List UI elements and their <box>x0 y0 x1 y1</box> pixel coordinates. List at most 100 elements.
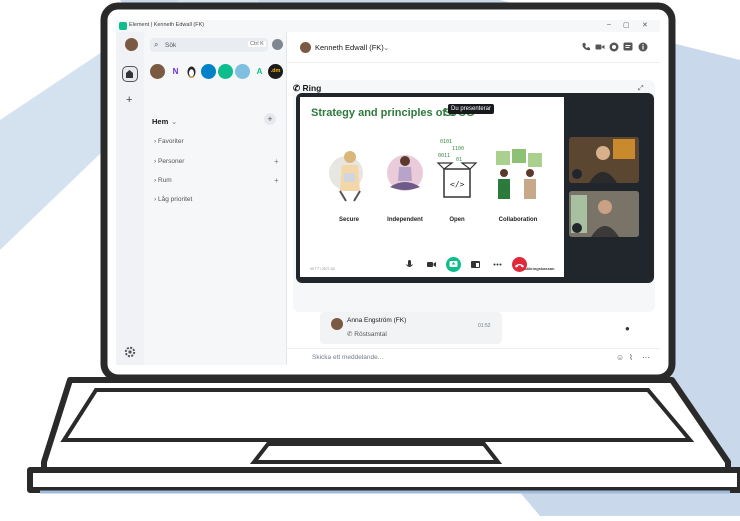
section-label: Favoriter <box>157 138 184 145</box>
search-shortcut: Ctrl K <box>248 41 266 47</box>
expand-call-icon[interactable]: ⤢ <box>638 85 644 93</box>
add-room-section-button[interactable]: + <box>274 176 279 185</box>
hangup-icon <box>515 264 524 268</box>
svg-text:0101: 0101 <box>440 139 452 145</box>
microphone-button[interactable] <box>402 257 417 272</box>
info-icon[interactable] <box>638 42 648 52</box>
search-icon: ⌕ <box>154 40 159 49</box>
read-receipt-avatar[interactable]: ● <box>625 324 630 333</box>
search-input[interactable]: ⌕ Sök Ctrl K <box>150 38 268 52</box>
participant-tile[interactable] <box>569 137 639 183</box>
svg-text:0011: 0011 <box>438 153 450 159</box>
favorite-avatar[interactable] <box>150 64 165 79</box>
element-logo-icon <box>119 22 127 30</box>
add-room-button[interactable]: + <box>264 113 276 125</box>
room-view: Kenneth Edwall (FK) ⌄ ✆ Ring ⤢ Strategy … <box>287 32 660 365</box>
screenshare-icon <box>449 261 458 267</box>
close-button[interactable]: ✕ <box>642 21 648 29</box>
element-room-icon[interactable] <box>218 64 233 79</box>
svg-text:01: 01 <box>456 157 462 163</box>
sidebar-icon <box>471 261 480 268</box>
event-body: ✆ Röstsamtal <box>347 331 387 338</box>
message-composer[interactable]: Skicka ett meddelande... ☺ ⌇ ⋯ <box>287 348 660 365</box>
gear-icon[interactable] <box>124 346 136 358</box>
create-space-button[interactable]: + <box>126 94 132 106</box>
window-titlebar: Element | Kenneth Edwall (FK) – ▢ ✕ <box>116 20 660 32</box>
call-label-text: Ring <box>302 83 322 93</box>
call-panel: ✆ Ring ⤢ Strategy and principles of S SF… <box>293 80 655 312</box>
room-avatar-icon[interactable] <box>235 64 250 79</box>
presenting-tooltip: Du presenterar <box>448 104 495 114</box>
sidebar-button[interactable] <box>468 257 483 272</box>
window-title: Element | Kenneth Edwall (FK) <box>129 22 205 28</box>
slide-footer: 00 TT / 2077-02 <box>310 267 335 271</box>
section-rooms[interactable]: › Rum <box>154 177 172 184</box>
maximize-button[interactable]: ▢ <box>623 21 630 29</box>
secure-illustration <box>329 151 363 202</box>
svg-text:</>: </> <box>450 180 465 189</box>
sender-avatar[interactable] <box>331 318 343 330</box>
user-avatar[interactable] <box>125 38 138 51</box>
slide-item-independent: Independent <box>387 217 423 223</box>
participant-tile[interactable] <box>569 191 639 237</box>
spaces-bar: + <box>116 32 144 365</box>
hangup-button[interactable] <box>512 257 527 272</box>
app-screen: Element | Kenneth Edwall (FK) – ▢ ✕ + ⌕ … <box>116 20 660 365</box>
slide-item-secure: Secure <box>338 217 359 223</box>
screenshare-slide: Strategy and principles of S SFCG Du pre… <box>300 97 564 277</box>
composer-placeholder: Skicka ett meddelande... <box>312 354 384 361</box>
event-body-text: Röstsamtal <box>354 331 387 338</box>
room-name[interactable]: Kenneth Edwall (FK) <box>315 43 384 52</box>
section-favorites[interactable]: › Favoriter <box>154 138 184 145</box>
emoji-icon[interactable]: ☺ <box>616 353 624 362</box>
section-label: Personer <box>157 158 185 165</box>
favorites-row: N A .dm <box>150 64 284 84</box>
sender-name[interactable]: Anna Engström (FK) <box>347 317 406 324</box>
section-low-priority[interactable]: › Låg prioritet <box>154 196 192 203</box>
more-options-button[interactable] <box>490 257 505 272</box>
explore-rooms-icon[interactable] <box>272 39 283 50</box>
minimize-button[interactable]: – <box>607 21 611 28</box>
call-event-tile[interactable]: Anna Engström (FK) 01:52 ✆ Röstsamtal <box>320 312 502 344</box>
section-people[interactable]: › Personer <box>154 158 184 165</box>
more-icon <box>493 263 502 266</box>
linux-icon[interactable] <box>184 64 199 79</box>
favorite-room-dm[interactable]: .dm <box>268 64 283 79</box>
open-illustration: 010111000011 01 </> <box>436 139 478 198</box>
room-header: Kenneth Edwall (FK) ⌄ <box>287 32 660 63</box>
camera-button[interactable] <box>424 257 439 272</box>
favorite-room-a[interactable]: A <box>252 64 267 79</box>
section-label: Låg prioritet <box>157 196 193 203</box>
home-space-button[interactable] <box>122 66 138 82</box>
slide-item-collaboration: Collaboration <box>498 217 538 223</box>
more-options-icon[interactable]: ⋯ <box>642 353 650 362</box>
screenshare-button[interactable] <box>446 257 461 272</box>
chevron-down-icon[interactable]: ⌄ <box>171 117 177 126</box>
voice-call-icon[interactable] <box>581 42 591 52</box>
mic-icon <box>572 169 582 179</box>
call-controls <box>402 257 538 275</box>
camera-icon <box>427 262 436 267</box>
threads-icon[interactable] <box>623 42 633 52</box>
independent-illustration <box>387 155 423 191</box>
chevron-down-icon[interactable]: ⌄ <box>383 43 389 52</box>
room-avatar[interactable] <box>300 42 311 53</box>
section-label: Rum <box>157 177 172 184</box>
attachment-icon[interactable]: ⌇ <box>629 353 633 362</box>
mic-icon <box>572 223 582 233</box>
slide-title: Strategy and principles of S <box>311 107 457 119</box>
event-timestamp: 01:52 <box>478 323 491 329</box>
room-info-icon[interactable] <box>609 42 619 52</box>
video-call-icon[interactable] <box>595 42 605 52</box>
add-person-button[interactable]: + <box>274 157 279 166</box>
room-list: ⌕ Sök Ctrl K N A .dm Hem ⌄ + › Favoriter… <box>144 32 287 365</box>
favorite-room-n[interactable]: N <box>168 64 183 79</box>
slide-item-open: Open <box>449 217 465 223</box>
group-title-home[interactable]: Hem <box>152 117 168 126</box>
collaboration-illustration <box>496 149 542 199</box>
search-placeholder: Sök <box>165 41 177 49</box>
call-video-area: Strategy and principles of S SFCG Du pre… <box>296 93 654 283</box>
home-icon <box>126 70 133 78</box>
nextcloud-icon[interactable] <box>201 64 216 79</box>
svg-text:1100: 1100 <box>452 146 464 152</box>
